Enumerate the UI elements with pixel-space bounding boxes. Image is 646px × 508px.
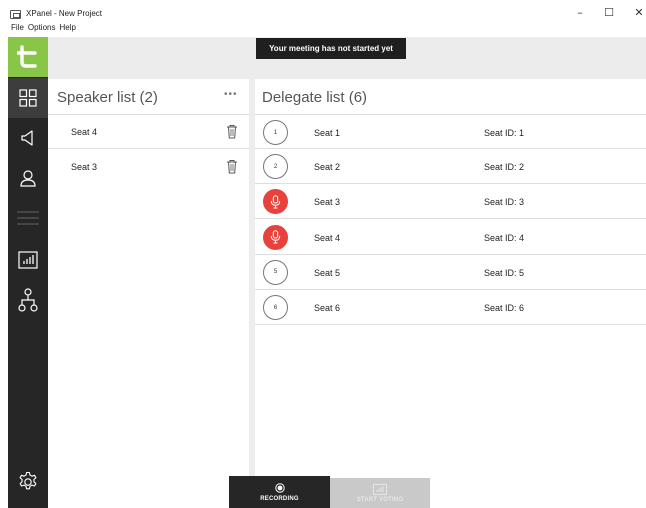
start-voting-button[interactable]: START VOTING — [330, 478, 430, 508]
delegate-row[interactable]: Seat 4 Seat ID: 4 — [255, 220, 646, 255]
seat-number-button[interactable]: 5 — [263, 259, 288, 285]
nav-item-settings[interactable] — [8, 462, 48, 502]
delegate-seat-name: Seat 6 — [314, 303, 341, 313]
recording-button[interactable]: RECORDING — [229, 476, 330, 508]
user-icon — [20, 170, 36, 187]
delegate-row[interactable]: 2 Seat 2 Seat ID: 2 — [255, 149, 646, 185]
app-icon — [10, 10, 21, 19]
mic-active-button[interactable] — [263, 189, 288, 215]
menu-help[interactable]: Help — [59, 23, 75, 32]
delegate-seat-id: Seat ID: 3 — [484, 197, 525, 208]
speaker-icon — [21, 130, 33, 146]
speaker-row-label: Seat 3 — [71, 162, 98, 172]
trash-icon[interactable] — [226, 159, 238, 174]
hierarchy-icon — [18, 288, 38, 312]
seat-number-button[interactable]: 1 — [263, 120, 288, 145]
microphone-icon — [270, 230, 281, 244]
delegate-seat-name: Seat 3 — [314, 197, 341, 208]
close-button[interactable]: ✕ — [627, 6, 646, 20]
seat-number-button[interactable]: 6 — [263, 295, 288, 320]
delegate-seat-name: Seat 1 — [314, 128, 341, 138]
delegate-seat-id: Seat ID: 6 — [484, 303, 525, 313]
delegate-row[interactable]: Seat 3 Seat ID: 3 — [255, 184, 646, 220]
menu-options[interactable]: Options — [28, 23, 56, 32]
recording-label: RECORDING — [260, 495, 299, 502]
window-titlebar: XPanel - New Project File Options Help –… — [0, 0, 646, 36]
delegate-seat-name: Seat 2 — [314, 162, 341, 173]
logo-icon — [17, 45, 37, 68]
delegate-seat-id: Seat ID: 2 — [484, 162, 525, 173]
minimize-button[interactable]: – — [568, 6, 592, 20]
delegate-row[interactable]: 1 Seat 1 Seat ID: 1 — [255, 114, 646, 149]
delegate-seat-id: Seat ID: 1 — [484, 128, 525, 138]
seat-number-button[interactable]: 2 — [263, 154, 288, 180]
speaker-row[interactable]: Seat 3 — [48, 150, 249, 185]
nav-item-speaker[interactable] — [8, 118, 48, 158]
delegate-seat-name: Seat 4 — [314, 232, 341, 243]
nav-item-voting[interactable] — [8, 240, 48, 280]
maximize-button[interactable]: ☐ — [597, 6, 621, 20]
menu-lines-icon — [17, 211, 39, 225]
record-icon — [274, 482, 285, 493]
gear-icon — [19, 471, 37, 490]
delegate-row[interactable]: 6 Seat 6 Seat ID: 6 — [255, 290, 646, 325]
delegate-row[interactable]: 5 Seat 5 Seat ID: 5 — [255, 255, 646, 290]
nav-item-agenda[interactable] — [8, 198, 48, 238]
nav-item-users[interactable] — [8, 158, 48, 198]
speaker-list-title: Speaker list (2) — [57, 89, 158, 106]
nav-item-dashboard[interactable] — [8, 78, 48, 118]
start-voting-label: START VOTING — [356, 496, 404, 503]
delegate-seat-id: Seat ID: 4 — [484, 232, 525, 243]
microphone-icon — [270, 195, 281, 209]
chart-icon — [18, 251, 38, 269]
speaker-list-more-button[interactable]: ••• — [224, 89, 238, 100]
trash-icon[interactable] — [226, 124, 238, 139]
grid-icon — [19, 89, 37, 107]
meeting-status-banner: Your meeting has not started yet — [256, 38, 406, 59]
window-title: XPanel - New Project — [26, 9, 103, 18]
speaker-row[interactable]: Seat 4 — [48, 114, 249, 149]
menu-file[interactable]: File — [11, 23, 24, 32]
speaker-row-label: Seat 4 — [71, 127, 98, 137]
voting-chart-icon — [373, 483, 387, 495]
mic-active-button[interactable] — [263, 224, 288, 250]
menubar: File Options Help — [11, 23, 76, 32]
brand-logo — [8, 37, 48, 77]
delegate-seat-name: Seat 5 — [314, 267, 341, 278]
nav-item-network[interactable] — [8, 280, 48, 320]
delegate-seat-id: Seat ID: 5 — [484, 267, 525, 278]
sidebar-nav — [8, 37, 48, 508]
delegate-list-title: Delegate list (6) — [262, 89, 368, 106]
